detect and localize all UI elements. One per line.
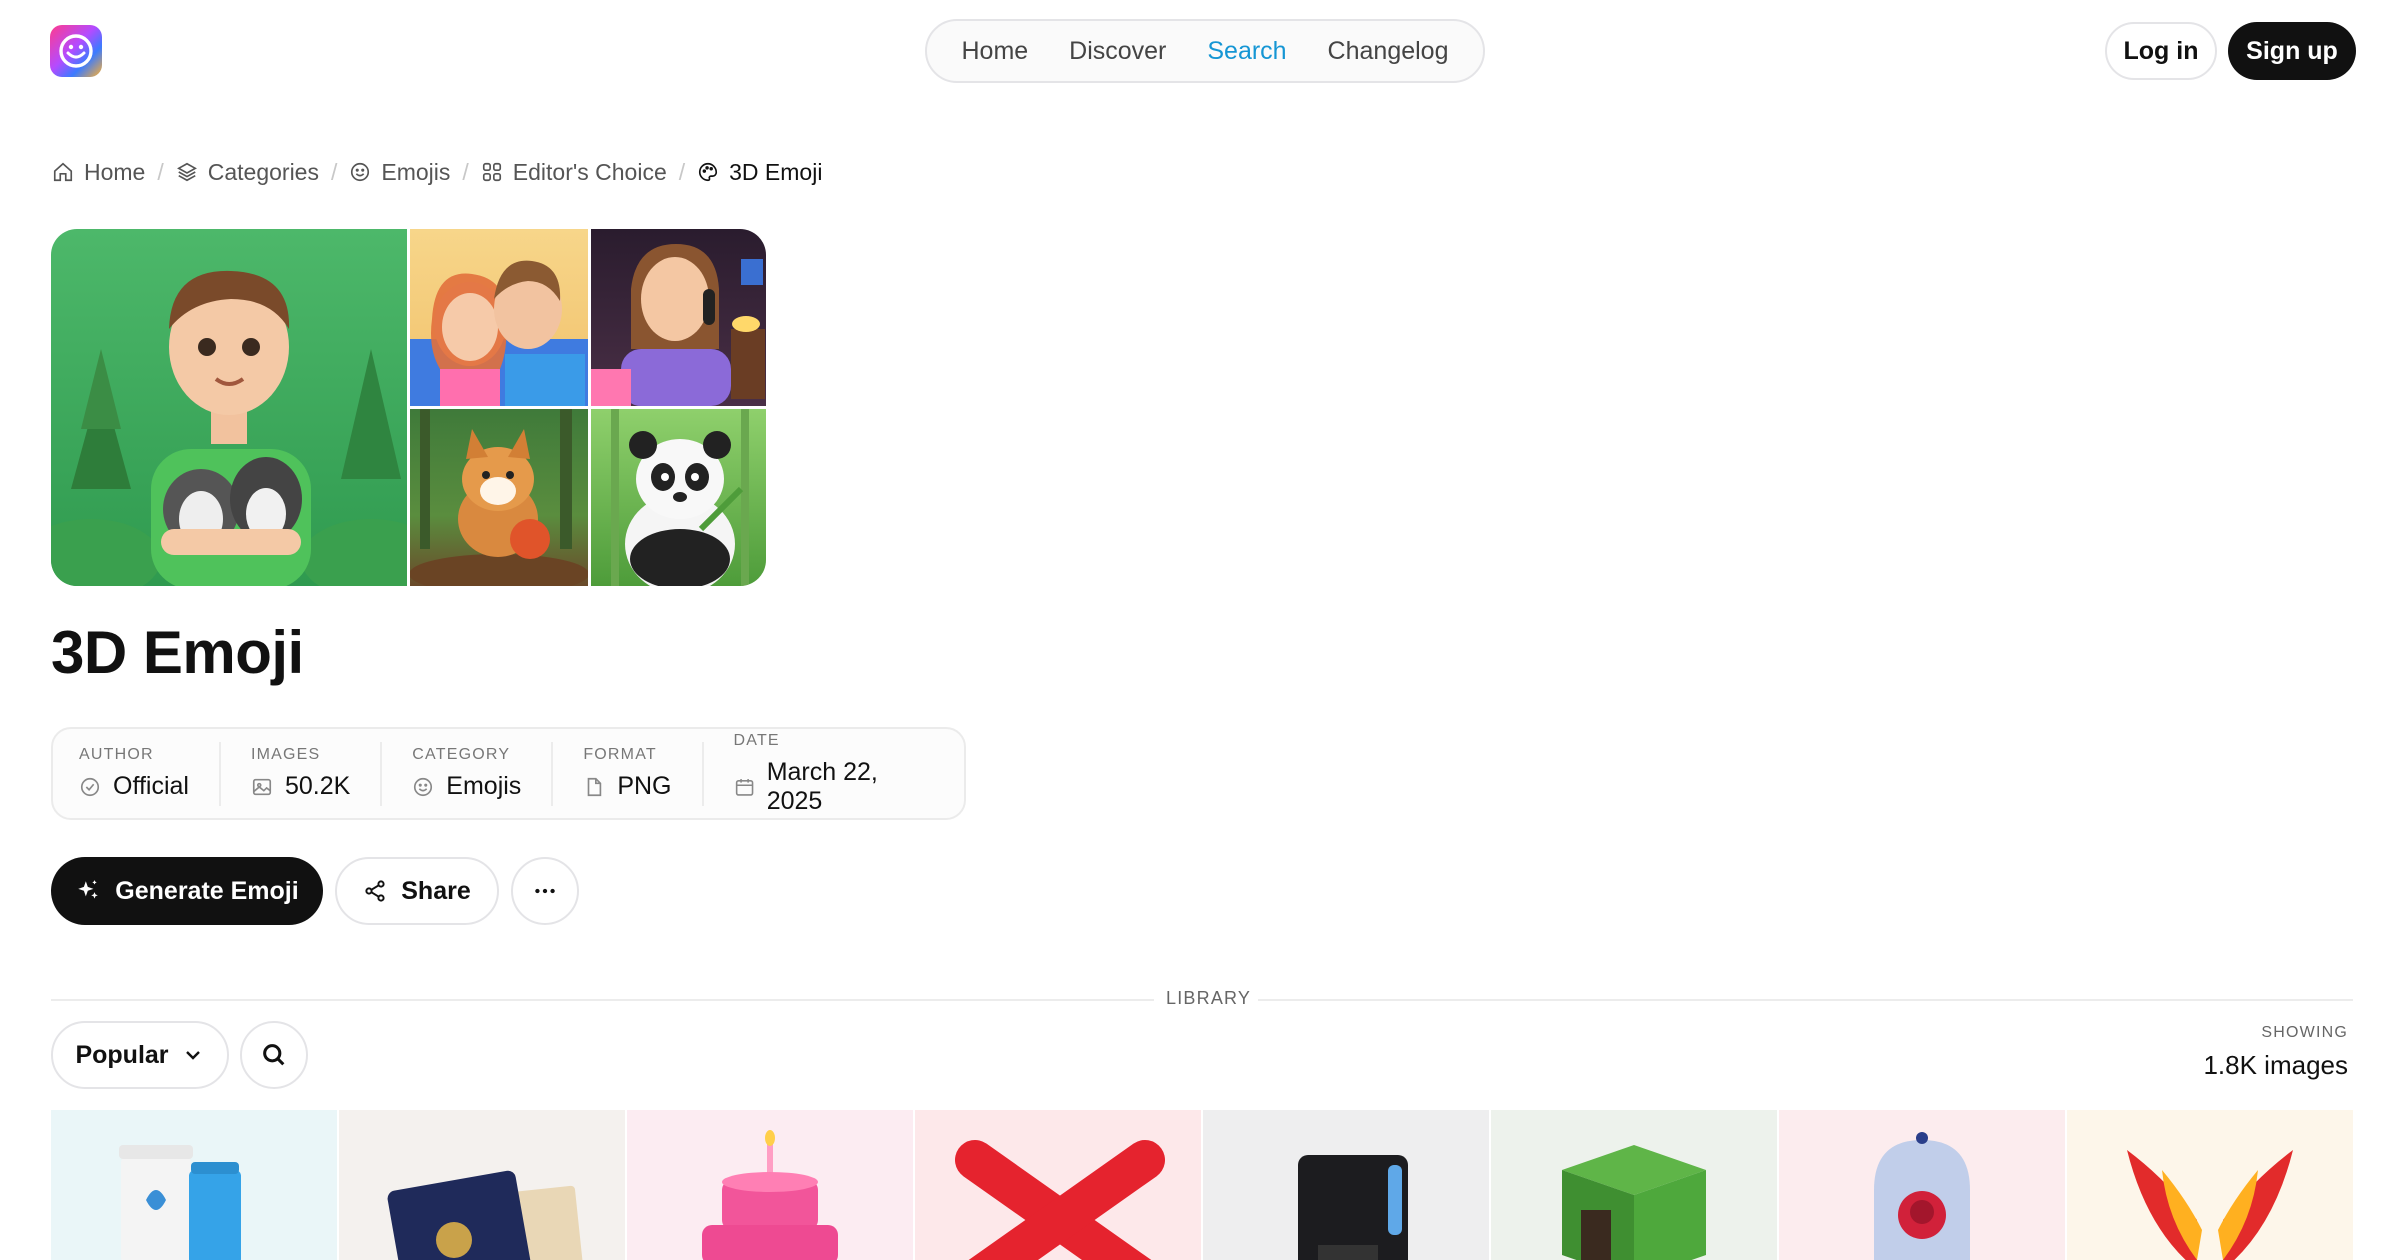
layers-icon [176,162,197,182]
sort-dropdown-value: Popular [75,1040,169,1069]
smiley-icon [351,162,370,182]
generate-emoji-label: Generate Emoji [115,876,299,905]
grid-item-green-block[interactable] [1491,1110,1777,1260]
breadcrumb: Home / Categories / Emojis / Editor's Ch… [52,155,822,189]
panda-illustration [611,409,749,586]
wings-image [2067,1110,2353,1260]
results-count-label: SHOWING [2261,1024,2348,1041]
app-logo[interactable] [50,25,102,77]
meta-date-label: DATE [733,731,780,749]
red-x-mark-image [915,1110,1201,1260]
meta-author: AUTHOR Official [79,742,219,806]
meta-format-label: FORMAT [583,746,657,763]
nav-search[interactable]: Search [1197,29,1296,74]
meta-images: IMAGES 50.2K [218,741,380,806]
breadcrumb-current-label: 3D Emoji [729,158,823,185]
breadcrumb-categories[interactable]: Categories [176,159,319,186]
emoji-grid [51,1110,2353,1260]
grid-icon [482,162,501,182]
sort-dropdown[interactable]: Popular [51,1021,229,1089]
couple-illustration [410,260,588,406]
meta-category-label: CATEGORY [412,746,511,763]
rose-in-dome-image [1779,1110,2065,1260]
image-icon [252,778,272,795]
dog-with-ball-illustration [410,409,588,586]
pink-cake-image [627,1110,913,1260]
results-count: SHOWING 1.8K images [2203,1024,2348,1081]
breadcrumb-separator: / [157,158,164,185]
meta-category: CATEGORY Emojis [380,741,551,806]
grid-item-wings[interactable] [2067,1110,2353,1260]
sparkles-icon [78,880,99,899]
calendar-icon [735,778,753,796]
boy-with-cats-illustration [51,270,407,586]
main-nav: Home Discover Search Changelog [925,19,1485,83]
grid-item-red-x[interactable] [915,1110,1201,1260]
collection-meta: AUTHOR Official IMAGES 50.2K CATEGORY Em… [51,727,966,820]
meta-author-label: AUTHOR [79,746,154,763]
breadcrumb-separator: / [330,158,338,185]
meta-format: FORMAT PNG [551,741,701,806]
library-search-button[interactable] [240,1021,308,1089]
meta-date: DATE March 22, 2025 [701,732,965,815]
login-button[interactable]: Log in [2105,22,2217,80]
grid-item-passport[interactable] [339,1110,625,1260]
library-divider-label: LIBRARY [1166,988,1252,1008]
breadcrumb-emojis[interactable]: Emojis [349,159,450,186]
meta-date-value: March 22, 2025 [766,757,878,815]
nav-discover[interactable]: Discover [1059,29,1176,74]
search-icon [263,1044,285,1066]
breadcrumb-separator: / [678,158,686,185]
meta-images-label: IMAGES [250,746,321,763]
breadcrumb-current: 3D Emoji [697,159,822,186]
home-icon [53,162,73,182]
signup-button[interactable]: Sign up [2228,22,2356,80]
library-divider-right [1258,999,2353,1001]
check-circle-icon [80,777,100,796]
passport-image [339,1110,625,1260]
more-horizontal-icon [535,888,555,894]
cream-tubes-image [51,1110,337,1260]
cover-image-panda [591,409,766,586]
grid-item-coffee-machine[interactable] [1203,1110,1489,1260]
cover-image-boy-with-cats [51,229,407,586]
breadcrumb-home-label: Home [84,158,146,185]
smiley-icon [414,777,433,796]
cover-image-woman-on-phone [591,229,766,406]
meta-format-value: PNG [617,772,672,800]
nav-changelog[interactable]: Changelog [1318,29,1459,74]
grid-item-cream-tubes[interactable] [51,1110,337,1260]
smiley-logo-icon [59,34,93,68]
woman-on-phone-illustration [591,244,765,406]
results-count-value: 1.8K images [2203,1050,2348,1080]
meta-images-value: 50.2K [284,772,351,800]
file-icon [587,777,602,796]
share-button[interactable]: Share [335,857,499,925]
cover-collage [51,229,766,586]
more-options-button[interactable] [511,857,579,925]
cover-image-dog-with-ball [410,409,588,586]
chevron-down-icon [185,1051,200,1060]
share-label: Share [401,876,471,905]
palette-icon [699,162,718,182]
breadcrumb-separator: / [462,158,469,185]
page-title: 3D Emoji [51,619,304,686]
green-block-image [1491,1110,1777,1260]
share-icon [365,880,385,902]
library-divider-left [51,999,1154,1001]
meta-author-value: Official [113,772,189,800]
breadcrumb-home[interactable]: Home [52,159,145,186]
breadcrumb-categories-label: Categories [207,158,319,185]
coffee-machine-image [1203,1110,1489,1260]
breadcrumb-emojis-label: Emojis [381,158,451,185]
meta-category-value: Emojis [446,772,522,800]
nav-home[interactable]: Home [951,29,1038,74]
cover-image-couple [410,229,588,406]
breadcrumb-editors-choice[interactable]: Editor's Choice [481,159,667,186]
generate-emoji-button[interactable]: Generate Emoji [51,857,323,925]
breadcrumb-editors-choice-label: Editor's Choice [512,158,667,185]
grid-item-pink-cake[interactable] [627,1110,913,1260]
grid-item-rose-dome[interactable] [1779,1110,2065,1260]
